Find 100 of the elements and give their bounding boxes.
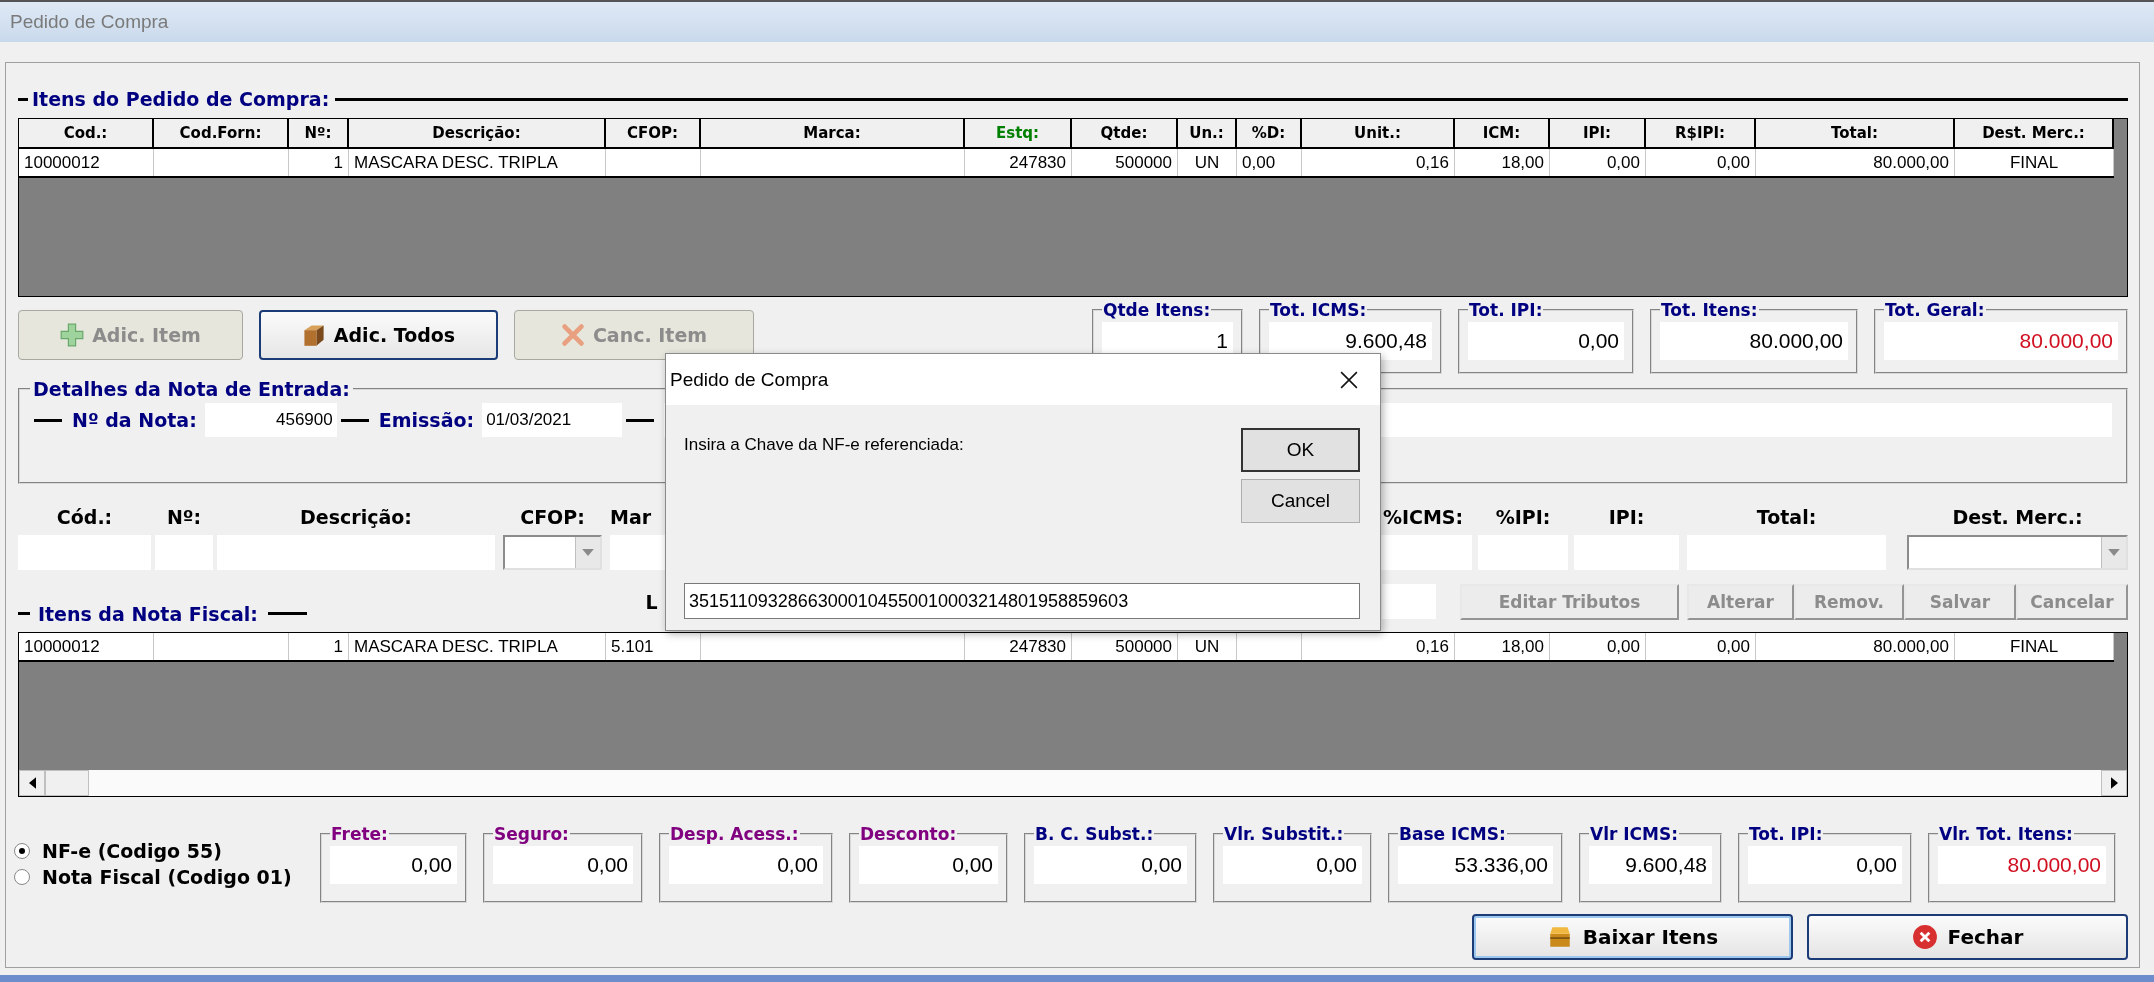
field-label: Mar [610, 506, 653, 530]
field-label: Nº: [165, 506, 203, 530]
section-title: Itens do Pedido de Compra: [32, 88, 330, 110]
column-header[interactable]: Estq: [965, 119, 1072, 147]
table-cell: FINAL [1955, 149, 2114, 176]
dropdown-arrow-icon [2108, 549, 2120, 556]
table-cell: FINAL [1955, 633, 2114, 660]
close-icon [1911, 924, 1938, 950]
close-button[interactable]: Fechar [1807, 914, 2128, 960]
total-field[interactable]: 80.000,00 [1884, 322, 2118, 360]
summary-label: B. C. Subst.: [1034, 824, 1155, 844]
total-label: Tot. Itens: [1660, 300, 1759, 320]
table-cell: 5.101 [606, 633, 701, 660]
table-cell: 10000012 [19, 633, 154, 660]
field-label: Cód.: [55, 506, 114, 530]
column-header[interactable]: Unit.: [1302, 119, 1455, 147]
total-field[interactable]: 0,00 [1468, 322, 1624, 360]
table-cell: 10000012 [19, 149, 154, 176]
table-cell: MASCARA DESC. TRIPLA [349, 149, 606, 176]
input-field[interactable] [1381, 584, 1436, 619]
input-field[interactable]: 01/03/2021 [482, 403, 623, 437]
summary-label: Seguro: [493, 824, 570, 844]
summary-field[interactable]: 0,00 [1034, 846, 1187, 884]
column-header[interactable]: Marca: [701, 119, 965, 147]
scroll-left-icon[interactable] [28, 777, 36, 789]
table-cell: 0,16 [1302, 633, 1455, 660]
cancel-button[interactable]: Cancel [1241, 479, 1360, 523]
dropdown[interactable] [1907, 535, 2128, 570]
summary-field[interactable]: 9.600,48 [1589, 846, 1712, 884]
summary-field[interactable]: 0,00 [330, 846, 457, 884]
column-header[interactable]: R$IPI: [1646, 119, 1756, 147]
summary-label: Vlr. Substit.: [1223, 824, 1345, 844]
summary-field[interactable]: 53.336,00 [1398, 846, 1553, 884]
column-header[interactable]: Nº: [289, 119, 349, 147]
summary-field[interactable]: 0,00 [1223, 846, 1362, 884]
column-header[interactable]: Cod.Forn: [154, 119, 289, 147]
column-header[interactable]: Un.: [1178, 119, 1237, 147]
scroll-thumb[interactable] [45, 770, 89, 796]
column-header[interactable]: %D: [1237, 119, 1302, 147]
total-field[interactable]: 80.000,00 [1660, 322, 1848, 360]
radio-option[interactable]: NF-e (Codigo 55) [14, 839, 304, 862]
total-label: Tot. ICMS: [1269, 300, 1368, 320]
radio-button[interactable] [14, 842, 30, 859]
section-title: Detalhes da Nota de Entrada: [32, 378, 351, 400]
column-header[interactable]: Qtde: [1072, 119, 1178, 147]
input-field[interactable]: 35151109328663000104550010003214801958859603 [684, 583, 1360, 619]
dropdown[interactable] [503, 535, 602, 570]
ok-button[interactable]: OK [1241, 428, 1360, 472]
window-title: Pedido de Compra [10, 11, 169, 33]
prompt-text: Insira a Chave da NF-e referenciada: [684, 435, 964, 456]
summary-label: Base ICMS: [1398, 824, 1507, 844]
field-label: %ICMS: [1381, 506, 1465, 530]
field-label: %IPI: [1494, 506, 1552, 530]
table-cell: 0,00 [1550, 633, 1646, 660]
summary-label: Frete: [330, 824, 389, 844]
horizontal-scrollbar[interactable] [18, 770, 2128, 797]
table-cell: 500000 [1072, 149, 1178, 176]
dropdown-arrow-icon [582, 549, 594, 556]
column-header[interactable]: IPI: [1550, 119, 1646, 147]
total-label: Tot. Geral: [1884, 300, 1986, 320]
input-field[interactable] [610, 535, 665, 570]
table-cell: 1 [289, 149, 349, 176]
table-cell: 1 [289, 633, 349, 660]
field-label: Emissão: [378, 409, 475, 431]
summary-label: Vlr ICMS: [1589, 824, 1680, 844]
column-header[interactable]: Descrição: [349, 119, 606, 147]
column-header[interactable]: CFOP: [606, 119, 701, 147]
summary-field[interactable]: 80.000,00 [1938, 846, 2106, 884]
summary-field[interactable]: 0,00 [859, 846, 998, 884]
field-label: Total: [1755, 506, 1818, 530]
column-header[interactable]: ICM: [1455, 119, 1550, 147]
close-icon[interactable] [1340, 370, 1358, 389]
scroll-right-icon[interactable] [2110, 777, 2118, 789]
table-cell: 0,16 [1302, 149, 1455, 176]
radio-option[interactable]: Nota Fiscal (Codigo 01) [14, 865, 304, 888]
column-header[interactable]: Total: [1756, 119, 1955, 147]
radio-button[interactable] [14, 868, 30, 885]
summary-label: Desconto: [859, 824, 958, 844]
column-header[interactable]: Cod.: [19, 119, 154, 147]
add-all-button[interactable]: Adic. Todos [259, 310, 498, 360]
table-cell: MASCARA DESC. TRIPLA [349, 633, 606, 660]
section-title: Itens da Nota Fiscal: [37, 602, 258, 625]
field-label: CFOP: [519, 506, 586, 530]
field-label: Dest. Merc.: [1951, 506, 2084, 530]
table-cell: 18,00 [1455, 149, 1550, 176]
summary-field[interactable]: 0,00 [493, 846, 633, 884]
input-field[interactable]: 456900 [204, 403, 337, 437]
total-label: Qtde Itens: [1102, 300, 1212, 320]
table-cell: UN [1178, 633, 1237, 660]
total-label: Tot. IPI: [1468, 300, 1544, 320]
field-label: Descrição: [299, 506, 413, 530]
field-label: L [645, 590, 658, 613]
summary-field[interactable]: 0,00 [669, 846, 823, 884]
download-items-button[interactable]: Baixar Itens [1472, 914, 1793, 960]
dialog-title: Pedido de Compra [670, 368, 829, 391]
summary-field[interactable]: 0,00 [1748, 846, 1902, 884]
column-header[interactable]: Dest. Merc.: [1955, 119, 2114, 147]
table-cell: 18,00 [1455, 633, 1550, 660]
field-label: IPI: [1607, 506, 1646, 530]
table-cell: 80.000,00 [1756, 149, 1955, 176]
